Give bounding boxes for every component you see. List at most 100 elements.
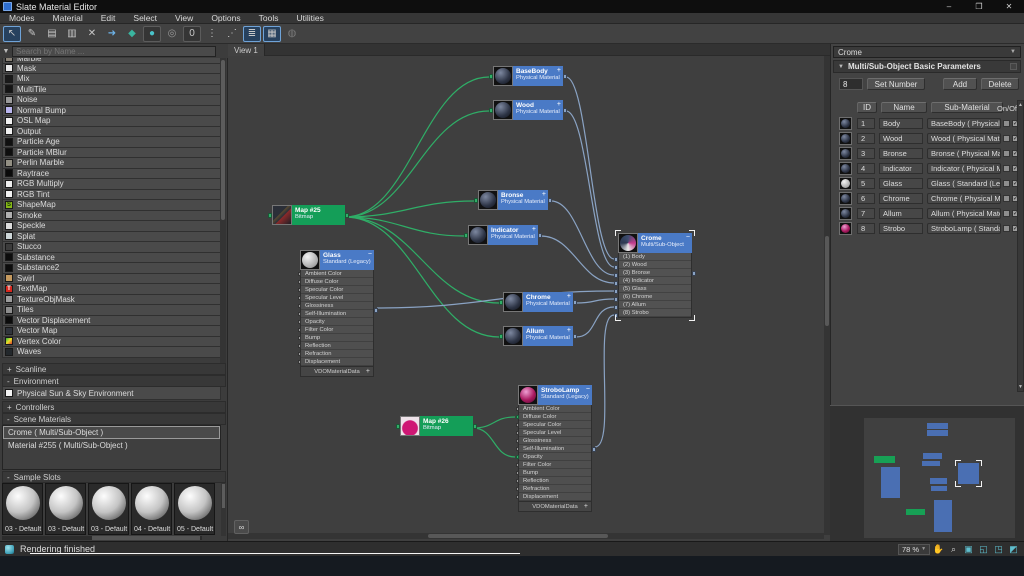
param-socket[interactable]: [516, 471, 519, 475]
map-slot-button[interactable]: [1003, 180, 1010, 187]
menu-item-tools[interactable]: Tools: [250, 13, 288, 24]
param-socket[interactable]: [516, 439, 519, 443]
table-row[interactable]: 4IndicatorIndicator ( Physical Material …: [837, 161, 1013, 176]
name-field[interactable]: Chrome: [879, 193, 923, 204]
map-list-item[interactable]: Substance: [2, 253, 221, 264]
map-list-item[interactable]: Noise: [2, 95, 221, 106]
submaterial-button[interactable]: Glass ( Standard (Legacy) ): [927, 178, 1001, 189]
move-children-icon[interactable]: ➜: [103, 26, 121, 42]
param-socket[interactable]: [516, 423, 519, 427]
output-socket[interactable]: [538, 233, 542, 238]
pan-hand-icon[interactable]: ✋: [932, 543, 945, 555]
section-scene-materials[interactable]: - Scene Materials: [2, 413, 226, 425]
node-collapse-icon[interactable]: +: [542, 191, 546, 198]
param-socket[interactable]: [298, 360, 301, 364]
map-slot-button[interactable]: [1003, 135, 1010, 142]
node-glass[interactable]: GlassStandard (Legacy)−Ambient ColorDiff…: [300, 250, 374, 377]
delete-button[interactable]: Delete: [981, 78, 1019, 90]
param-socket[interactable]: [298, 272, 301, 276]
node-collapse-icon[interactable]: +: [567, 327, 571, 334]
pick-material-from-object-icon[interactable]: ▤: [43, 26, 61, 42]
param-socket[interactable]: [298, 328, 301, 332]
name-field[interactable]: Wood: [879, 133, 923, 144]
output-socket[interactable]: [692, 271, 696, 276]
table-row[interactable]: 7AllumAllum ( Physical Material )✓: [837, 206, 1013, 221]
param-socket[interactable]: [516, 495, 519, 499]
param-row[interactable]: Specular Color: [519, 421, 591, 429]
section-sample-slots[interactable]: - Sample Slots: [2, 471, 226, 483]
input-socket[interactable]: [489, 108, 493, 113]
node-wood[interactable]: WoodPhysical Material+: [493, 100, 563, 120]
param-row[interactable]: Ambient Color: [301, 270, 373, 278]
name-field[interactable]: Glass: [879, 178, 923, 189]
map-slot-button[interactable]: [1003, 150, 1010, 157]
name-field[interactable]: Bronse: [879, 148, 923, 159]
slot-row[interactable]: (7) Allum: [619, 301, 691, 309]
param-socket[interactable]: [298, 280, 301, 284]
name-field[interactable]: Allum: [879, 208, 923, 219]
param-row[interactable]: Self-Illumination: [301, 310, 373, 318]
table-row[interactable]: 2WoodWood ( Physical Material )✓: [837, 131, 1013, 146]
map-list-item[interactable]: Speckle: [2, 221, 221, 232]
param-socket[interactable]: [298, 320, 301, 324]
menu-item-select[interactable]: Select: [124, 13, 166, 24]
output-socket[interactable]: [592, 447, 596, 452]
node-footer[interactable]: VDOMaterialData+: [518, 502, 592, 512]
param-row[interactable]: Opacity: [301, 318, 373, 326]
param-socket[interactable]: [516, 407, 519, 411]
param-row[interactable]: Specular Color: [301, 286, 373, 294]
map-list-item[interactable]: MultiTile: [2, 85, 221, 96]
name-field[interactable]: Strobo: [879, 223, 923, 234]
zoom-level-dropdown[interactable]: 78 % ▼: [898, 544, 930, 555]
param-row[interactable]: Specular Level: [519, 429, 591, 437]
map-list-item[interactable]: SShapeMap: [2, 200, 221, 211]
submaterial-button[interactable]: Wood ( Physical Material ): [927, 133, 1001, 144]
submaterial-button[interactable]: Chrome ( Physical Material ): [927, 193, 1001, 204]
param-row[interactable]: Specular Level: [301, 294, 373, 302]
input-socket[interactable]: [614, 257, 618, 262]
param-row[interactable]: Self-Illumination: [519, 445, 591, 453]
delete-selected-icon[interactable]: ✕: [83, 26, 101, 42]
map-list-item[interactable]: Particle Age: [2, 137, 221, 148]
scene-material-item[interactable]: Crome ( Multi/Sub-Object ): [3, 426, 220, 439]
zoom-extents-icon[interactable]: ◱: [977, 543, 990, 555]
map-list-item[interactable]: TTextMap: [2, 284, 221, 295]
output-socket[interactable]: [473, 424, 477, 429]
map-list-item[interactable]: Particle MBlur: [2, 148, 221, 159]
node-indicator[interactable]: IndicatorPhysical Material+: [468, 225, 538, 245]
param-row[interactable]: Displacement: [301, 358, 373, 366]
node-view[interactable]: View 1 ∞ Map #25BitmapMap #26BitmapBaseB…: [228, 44, 830, 541]
column-id-button[interactable]: ID: [857, 102, 877, 113]
input-socket[interactable]: [396, 424, 400, 429]
map-list-item[interactable]: Mask: [2, 64, 221, 75]
node-footer[interactable]: VDOMaterialData+: [300, 367, 374, 377]
node-crome[interactable]: CromeMulti/Sub-Object−(1) Body(2) Wood(3…: [618, 233, 692, 318]
param-socket[interactable]: [516, 431, 519, 435]
slot-row[interactable]: (3) Bronse: [619, 269, 691, 277]
input-socket[interactable]: [614, 297, 618, 302]
map-list-item[interactable]: Perlin Marble: [2, 158, 221, 169]
select-by-material-icon[interactable]: ◍: [283, 26, 301, 42]
map-list-item[interactable]: OSL Map: [2, 116, 221, 127]
param-row[interactable]: Filter Color: [301, 326, 373, 334]
param-socket[interactable]: [516, 479, 519, 483]
map-list-item[interactable]: Tiles: [2, 305, 221, 316]
map-slot-button[interactable]: [1003, 165, 1010, 172]
input-socket[interactable]: [614, 289, 618, 294]
navigator-overview[interactable]: [864, 418, 1015, 538]
param-socket[interactable]: [516, 463, 519, 467]
browser-scrollbar[interactable]: [220, 58, 226, 363]
node-map26[interactable]: Map #26Bitmap: [400, 416, 473, 436]
param-socket[interactable]: [298, 288, 301, 292]
maximize-button[interactable]: ❒: [964, 0, 994, 13]
menu-item-edit[interactable]: Edit: [92, 13, 125, 24]
expand-plus-icon[interactable]: +: [584, 503, 588, 510]
sample-slot[interactable]: 05 - Default ...: [174, 483, 215, 535]
input-socket[interactable]: [614, 281, 618, 286]
map-list-item[interactable]: Vector Displacement: [2, 316, 221, 327]
put-to-library-icon[interactable]: ▥: [63, 26, 81, 42]
input-socket[interactable]: [474, 198, 478, 203]
node-view-hscrollbar[interactable]: [228, 533, 824, 539]
map-list-item[interactable]: Substance2: [2, 263, 221, 274]
column-submaterial-button[interactable]: Sub-Material: [931, 102, 1003, 113]
